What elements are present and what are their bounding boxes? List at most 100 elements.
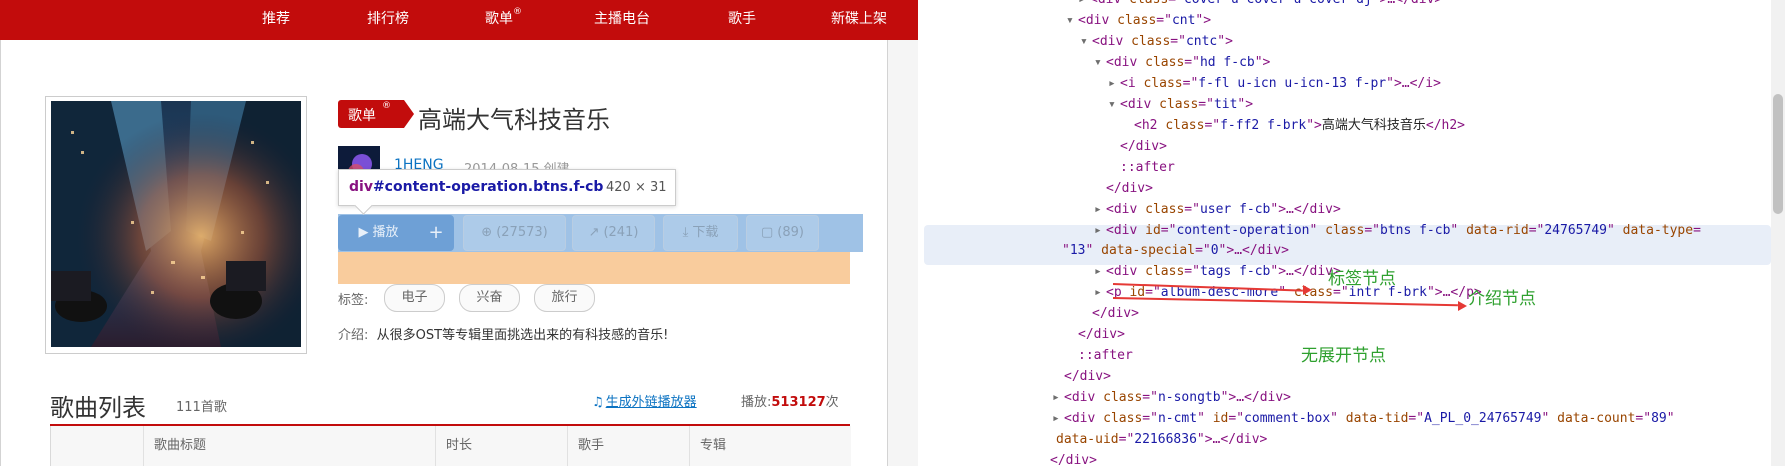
share-icon: ↗: [588, 225, 600, 240]
dom-token: =": [1184, 55, 1200, 70]
nav-item-charts[interactable]: 排行榜: [367, 0, 409, 40]
dom-token: ": [1541, 411, 1558, 426]
dom-node-line[interactable]: </div>: [1052, 367, 1111, 387]
collapse-triangle-icon[interactable]: ▾: [1108, 95, 1120, 115]
devtools-scroll-thumb[interactable]: [1773, 94, 1783, 214]
expand-triangle-icon[interactable]: ▸: [1094, 283, 1106, 303]
dom-node-line[interactable]: ::after: [1066, 346, 1133, 366]
dom-token: ": [1062, 243, 1070, 258]
dom-node-line[interactable]: ▸ <div id="content-operation" class="btns…: [1094, 221, 1701, 241]
nav-item-radio[interactable]: 主播电台: [594, 0, 650, 40]
dom-token: data-type: [1622, 223, 1694, 238]
dom-token: class: [1103, 411, 1143, 426]
dom-token: comment-box: [1244, 411, 1331, 426]
comment-button[interactable]: ▢ (89): [746, 215, 819, 251]
devtools-inspect-tooltip: div#content-operation.btns.f-cb 420 × 31: [338, 169, 676, 215]
collect-icon: ⊕: [481, 225, 493, 240]
dom-token: data-tid: [1345, 411, 1409, 426]
dom-token: 高端大气科技音乐: [1321, 118, 1426, 133]
annotation-no-expand-node: 无展开节点: [1301, 346, 1386, 366]
playlist-badge-label: 歌单: [348, 108, 376, 124]
dom-token: ">: [1254, 55, 1271, 70]
nav-item-recommend[interactable]: 推荐: [262, 0, 290, 40]
tag-electronic[interactable]: 电子: [384, 284, 445, 312]
dom-node-line[interactable]: ▾ <div class="cntc">: [1080, 32, 1233, 52]
dom-token: =": [1184, 202, 1200, 217]
dom-node-line[interactable]: ▾ <div class="cnt">: [1066, 11, 1211, 31]
dom-node-line[interactable]: "13" data-special="0">…</div>: [1050, 241, 1289, 261]
dom-token: =": [1228, 411, 1245, 426]
expand-triangle-icon[interactable]: ▸: [1052, 388, 1064, 408]
collapse-triangle-icon[interactable]: ▾: [1094, 53, 1106, 73]
dom-token: =": [1142, 390, 1158, 405]
dom-token: data-count: [1557, 411, 1636, 426]
nav-item-artists[interactable]: 歌手: [728, 0, 756, 40]
dom-token: div: [1071, 411, 1104, 426]
dom-token: <: [1106, 202, 1114, 217]
dom-node-line[interactable]: ▸ <div class="n-songtb">…</div>: [1052, 388, 1291, 408]
dom-node-line[interactable]: ::after: [1108, 158, 1175, 178]
dom-token: =": [1118, 432, 1135, 447]
dom-token: ::after: [1078, 348, 1133, 363]
nav-item-new-albums[interactable]: 新碟上架: [831, 0, 887, 40]
collapse-triangle-icon[interactable]: ▾: [1066, 11, 1078, 31]
external-player-link[interactable]: ♫ 生成外链播放器: [592, 391, 697, 410]
dom-node-line[interactable]: </div>: [1108, 137, 1167, 157]
dom-token: cntc: [1185, 34, 1218, 49]
dom-token: </div>: [1078, 327, 1125, 342]
dom-node-line[interactable]: data-uid="22166836">…</div>: [1044, 430, 1267, 450]
dom-token: tit: [1213, 97, 1238, 112]
dom-token: div: [1085, 13, 1118, 28]
expand-triangle-icon[interactable]: ▸: [1094, 200, 1106, 220]
expand-triangle-icon[interactable]: ▸: [1094, 262, 1106, 282]
intro-label: 介绍:: [338, 328, 369, 343]
expand-triangle-icon[interactable]: ▸: [1052, 409, 1064, 429]
devtools-scrollbar[interactable]: [1771, 0, 1785, 466]
dom-token: =": [1198, 97, 1214, 112]
dom-node-line[interactable]: </div>: [1094, 179, 1153, 199]
add-to-queue-button[interactable]: +: [418, 215, 454, 251]
dom-node-line[interactable]: ▾ <div class="hd f-cb">: [1094, 53, 1270, 73]
dom-token: class: [1145, 55, 1185, 70]
dom-token: div: [1113, 223, 1146, 238]
dom-node-line[interactable]: ▸<div class="cover u-cover u-cover-dj">……: [1078, 0, 1442, 10]
dom-token: <: [1134, 118, 1142, 133]
expand-triangle-icon[interactable]: ▸: [1094, 221, 1106, 241]
expand-triangle-icon[interactable]: ▸: [1108, 74, 1120, 94]
dom-node-line[interactable]: </div>: [1066, 325, 1125, 345]
dom-node-line[interactable]: ▸ <i class="f-fl u-icn u-icn-13 f-pr">…</…: [1108, 74, 1441, 94]
dom-node-line[interactable]: </div>: [1038, 451, 1097, 471]
tag-excited[interactable]: 兴奋: [459, 284, 520, 312]
playlist-cover-image[interactable]: [51, 101, 301, 347]
play-button[interactable]: ▶ 播放: [338, 215, 419, 251]
dom-token: <: [1090, 0, 1098, 7]
collect-button[interactable]: ⊕ (27573): [463, 215, 566, 251]
dom-node-line[interactable]: ▸ <div class="tags f-cb">…</div>: [1094, 262, 1341, 282]
dom-node-line[interactable]: ▸ <div class="n-cmt" id="comment-box" dat…: [1052, 409, 1675, 429]
dom-token: <: [1106, 264, 1114, 279]
column-duration: 时长: [435, 426, 566, 466]
share-count: (241): [603, 225, 639, 240]
dom-token: ": [1666, 411, 1675, 426]
collapse-triangle-icon[interactable]: ▾: [1080, 32, 1092, 52]
comment-icon: ▢: [761, 225, 774, 240]
tooltip-selector-tag: div: [349, 179, 373, 195]
dom-token: div: [1098, 0, 1129, 7]
column-artist: 歌手: [567, 426, 688, 466]
dom-node-line[interactable]: </div>: [1080, 304, 1139, 324]
dom-token: ">…</i>: [1386, 76, 1441, 91]
download-button[interactable]: ⤓ 下载: [663, 215, 738, 251]
dom-node-line[interactable]: ▾ <div class="tit">: [1108, 95, 1253, 115]
expand-triangle-icon[interactable]: ▸: [1078, 0, 1090, 10]
dom-node-line[interactable]: ▸ <div class="user f-cb">…</div>: [1094, 200, 1341, 220]
tag-travel[interactable]: 旅行: [534, 284, 595, 312]
play-count-label: 播放:: [741, 395, 772, 410]
share-button[interactable]: ↗ (241): [572, 215, 655, 251]
dom-node-line[interactable]: <h2 class="f-ff2 f-brk">高端大气科技音乐</h2>: [1122, 116, 1465, 136]
dom-token: ">: [1195, 13, 1212, 28]
nav-item-playlists[interactable]: 歌单®: [485, 0, 522, 40]
annotation-intro-node: 介绍节点: [1468, 289, 1536, 309]
dom-token: ": [1278, 285, 1294, 300]
dom-token: div: [1113, 264, 1146, 279]
dom-token: =": [1408, 411, 1425, 426]
